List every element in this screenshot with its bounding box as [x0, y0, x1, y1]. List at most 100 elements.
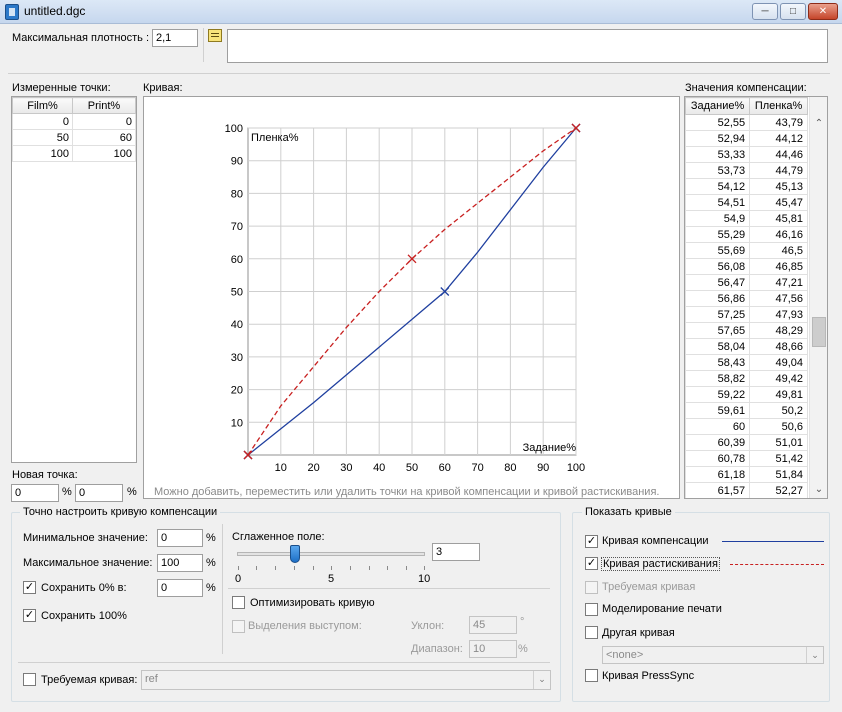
minimize-button[interactable]: ─: [752, 3, 778, 20]
max-value-input[interactable]: 100: [157, 554, 203, 572]
scroll-thumb[interactable]: [812, 317, 826, 347]
table-row[interactable]: 58,82 49,42: [685, 370, 808, 387]
table-row[interactable]: 58,04 48,66: [685, 338, 808, 355]
min-value-input[interactable]: 0: [157, 529, 203, 547]
range-input[interactable]: 10: [469, 640, 517, 658]
compensation-scrollbar[interactable]: ⌃ ⌄: [809, 97, 827, 498]
table-row[interactable]: 53,73 44,79: [685, 162, 808, 179]
table-cell[interactable]: 48,66: [749, 338, 808, 355]
table-cell[interactable]: 46,5: [749, 242, 808, 259]
table-cell[interactable]: 44,46: [749, 146, 808, 163]
table-row[interactable]: 56,47 47,21: [685, 274, 808, 291]
table-cell[interactable]: 51,01: [749, 434, 808, 451]
table-row[interactable]: 61,57 52,27: [685, 482, 808, 498]
table-cell[interactable]: 49,81: [749, 386, 808, 403]
table-cell[interactable]: 50,6: [749, 418, 808, 435]
table-cell[interactable]: 57,25: [685, 306, 751, 323]
scroll-down-icon[interactable]: ⌄: [812, 483, 826, 497]
table-cell[interactable]: 53,33: [685, 146, 751, 163]
table-cell[interactable]: 50,2: [749, 402, 808, 419]
table-row[interactable]: 61,18 51,84: [685, 466, 808, 483]
table-cell[interactable]: 56,86: [685, 290, 751, 307]
table-cell[interactable]: 50: [11, 129, 74, 146]
print-modeling-checkbox[interactable]: [585, 603, 598, 616]
table-cell[interactable]: 58,43: [685, 354, 751, 371]
compensation-values-table[interactable]: Задание% Пленка% 52,55 43,79 52,94 44,12 53,…: [684, 96, 828, 499]
table-cell[interactable]: 44,79: [749, 162, 808, 179]
table-cell[interactable]: 44,12: [749, 130, 808, 147]
curve-chart-panel[interactable]: 10 20 30 40 50 60 70 80 90 100 10 20 30 40 50 60 70 80 90 1…: [143, 96, 680, 499]
table-row[interactable]: 50 60: [11, 129, 136, 146]
other-curve-select[interactable]: <none> ⌄: [602, 646, 824, 664]
table-cell[interactable]: 59,22: [685, 386, 751, 403]
table-cell[interactable]: 54,51: [685, 194, 751, 211]
table-cell[interactable]: 46,85: [749, 258, 808, 275]
chevron-down-icon[interactable]: ⌄: [533, 671, 550, 689]
bump-checkbox[interactable]: [232, 620, 245, 633]
optimize-checkbox[interactable]: [232, 596, 245, 609]
scroll-up-icon[interactable]: ⌃: [812, 117, 826, 131]
table-cell[interactable]: 52,94: [685, 130, 751, 147]
table-cell[interactable]: 54,12: [685, 178, 751, 195]
table-cell[interactable]: 54,9: [685, 210, 751, 227]
notes-textarea[interactable]: [227, 29, 828, 63]
required-curve-show-checkbox[interactable]: [585, 581, 598, 594]
column-header-target[interactable]: Задание%: [685, 97, 751, 115]
table-row[interactable]: 55,29 46,16: [685, 226, 808, 243]
table-cell[interactable]: 47,56: [749, 290, 808, 307]
column-header-print[interactable]: Print%: [72, 97, 136, 114]
smooth-value-input[interactable]: 3: [432, 543, 480, 561]
table-row[interactable]: 60,39 51,01: [685, 434, 808, 451]
column-header-film[interactable]: Film%: [11, 97, 74, 114]
comp-curve-checkbox[interactable]: ✓: [585, 535, 598, 548]
table-cell[interactable]: 51,42: [749, 450, 808, 467]
table-cell[interactable]: 52,55: [685, 114, 751, 131]
chevron-down-icon[interactable]: ⌄: [806, 647, 823, 663]
table-row[interactable]: 100 100: [11, 145, 136, 162]
smooth-slider-track[interactable]: [237, 552, 425, 556]
table-cell[interactable]: 52,27: [749, 482, 808, 498]
column-header-film[interactable]: Пленка%: [749, 97, 808, 115]
table-row[interactable]: 59,61 50,2: [685, 402, 808, 419]
table-cell[interactable]: 47,93: [749, 306, 808, 323]
table-cell[interactable]: 45,13: [749, 178, 808, 195]
table-cell[interactable]: 61,18: [685, 466, 751, 483]
measured-points-table[interactable]: Film% Print% 0 0 50 60 100 100: [11, 96, 137, 463]
table-cell[interactable]: 100: [11, 145, 74, 162]
table-cell[interactable]: 55,29: [685, 226, 751, 243]
table-cell[interactable]: 58,82: [685, 370, 751, 387]
table-cell[interactable]: 0: [72, 113, 136, 130]
close-button[interactable]: ✕: [808, 3, 838, 20]
required-curve-select[interactable]: ref ⌄: [141, 670, 551, 690]
new-point-print-input[interactable]: 0: [75, 484, 123, 502]
table-row[interactable]: 57,25 47,93: [685, 306, 808, 323]
table-row[interactable]: 54,51 45,47: [685, 194, 808, 211]
table-cell[interactable]: 56,08: [685, 258, 751, 275]
table-cell[interactable]: 61,57: [685, 482, 751, 498]
keep-100-checkbox[interactable]: ✓: [23, 609, 36, 622]
table-cell[interactable]: 49,04: [749, 354, 808, 371]
table-row[interactable]: 58,43 49,04: [685, 354, 808, 371]
table-row[interactable]: 55,69 46,5: [685, 242, 808, 259]
table-row[interactable]: 59,22 49,81: [685, 386, 808, 403]
curve-chart[interactable]: 10 20 30 40 50 60 70 80 90 100 10 20 30 40 50 60 70 80 90 1…: [144, 97, 679, 498]
slope-input[interactable]: 45: [469, 616, 517, 634]
table-cell[interactable]: 55,69: [685, 242, 751, 259]
table-cell[interactable]: 45,81: [749, 210, 808, 227]
table-cell[interactable]: 47,21: [749, 274, 808, 291]
table-row[interactable]: 52,94 44,12: [685, 130, 808, 147]
table-row[interactable]: 52,55 43,79: [685, 114, 808, 131]
table-cell[interactable]: 56,47: [685, 274, 751, 291]
table-cell[interactable]: 49,42: [749, 370, 808, 387]
presssync-checkbox[interactable]: [585, 669, 598, 682]
table-row[interactable]: 56,86 47,56: [685, 290, 808, 307]
table-row[interactable]: 60,78 51,42: [685, 450, 808, 467]
table-row[interactable]: 0 0: [11, 113, 136, 130]
max-density-input[interactable]: 2,1: [152, 29, 198, 47]
table-cell[interactable]: 51,84: [749, 466, 808, 483]
table-row[interactable]: 60 50,6: [685, 418, 808, 435]
table-cell[interactable]: 53,73: [685, 162, 751, 179]
table-cell[interactable]: 46,16: [749, 226, 808, 243]
table-row[interactable]: 56,08 46,85: [685, 258, 808, 275]
table-cell[interactable]: 60: [72, 129, 136, 146]
